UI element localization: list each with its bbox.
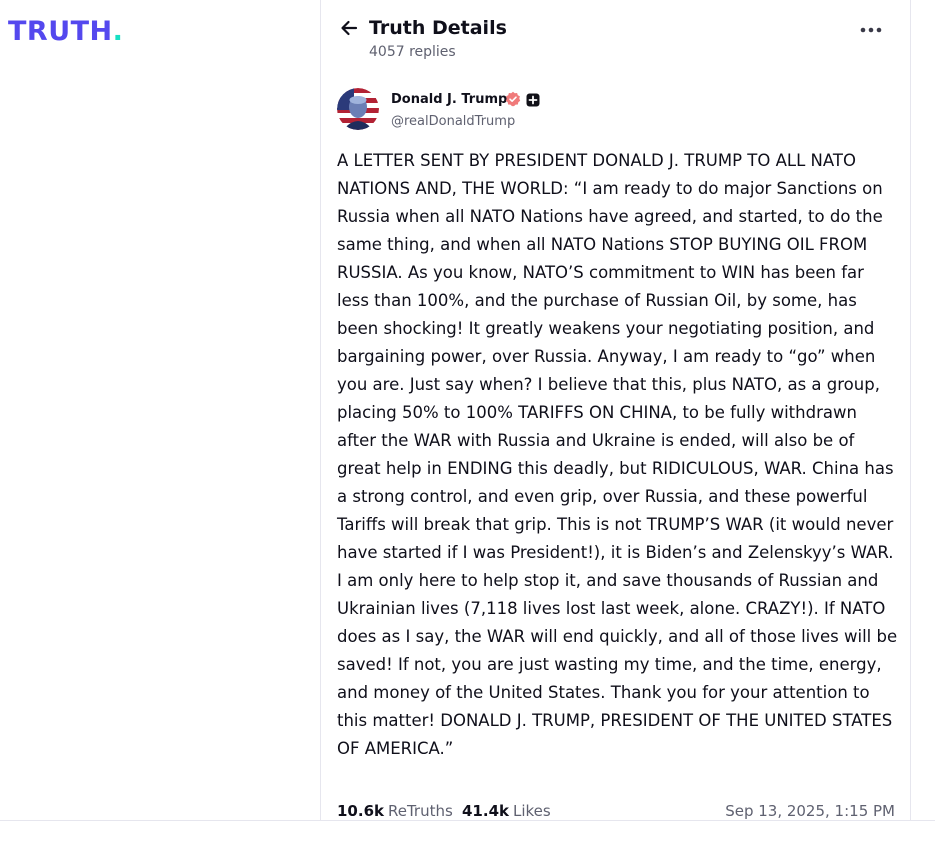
plus-badge-icon: [526, 93, 540, 107]
page-title: Truth Details: [369, 17, 507, 39]
verified-badge: [505, 91, 521, 107]
author-name[interactable]: Donald J. Trump: [391, 91, 507, 109]
retruths-count: 10.6k: [337, 802, 384, 820]
avatar[interactable]: [337, 88, 379, 130]
post-text: A LETTER SENT BY PRESIDENT DONALD J. TRU…: [337, 151, 898, 758]
back-button[interactable]: [338, 17, 360, 39]
logo-text: TRUTH: [8, 16, 113, 47]
likes-count: 41.4k: [462, 802, 509, 820]
retruths-label: ReTruths: [388, 802, 453, 820]
likes-stat[interactable]: 41.4k Likes: [462, 800, 551, 822]
arrow-left-icon: [341, 20, 358, 36]
verified-badge-icon: [505, 91, 521, 107]
ellipsis-icon: [860, 27, 882, 33]
post-timestamp[interactable]: Sep 13, 2025, 1:15 PM: [725, 800, 895, 822]
logo-dot: .: [112, 16, 124, 47]
avatar-image: [337, 88, 379, 130]
more-options-button[interactable]: [858, 20, 884, 40]
plus-badge: [526, 92, 540, 107]
likes-label: Likes: [513, 802, 551, 820]
post-stats: 10.6k ReTruths 41.4k Likes Sep 13, 2025, 1…: [337, 800, 895, 822]
page: TRUTH. Truth Details 4057 replies Donald…: [0, 0, 935, 850]
author-handle[interactable]: @realDonaldTrump: [391, 113, 515, 131]
truth-social-logo[interactable]: TRUTH.: [8, 15, 123, 49]
retruths-stat[interactable]: 10.6k ReTruths: [337, 800, 453, 822]
reply-count: 4057 replies: [369, 44, 456, 60]
